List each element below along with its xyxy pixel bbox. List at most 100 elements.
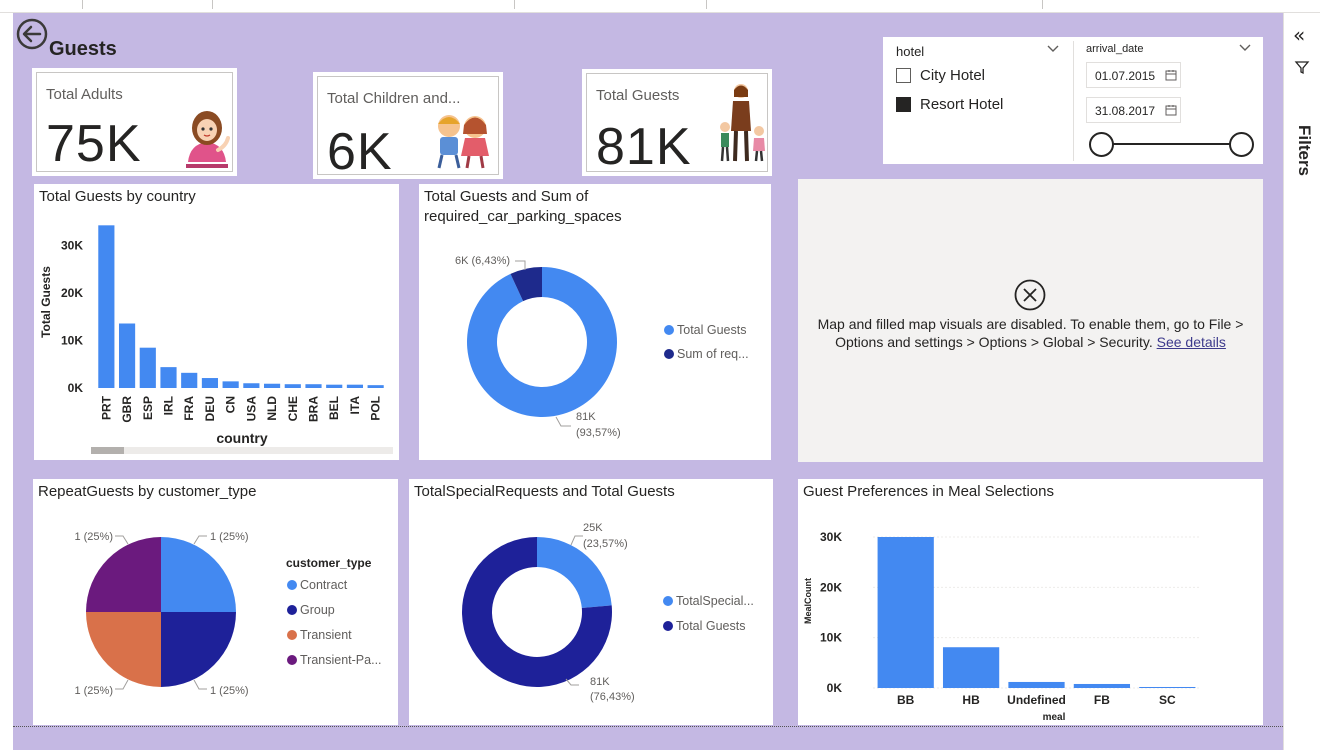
bar-che	[284, 384, 301, 388]
start-date-input[interactable]: 01.07.2015	[1086, 62, 1181, 88]
bar-bel	[326, 384, 343, 388]
calendar-icon[interactable]	[1165, 69, 1177, 81]
data-label: 1 (25%)	[74, 531, 113, 543]
bar-gbr	[118, 323, 136, 388]
bar-chart-meal: 0K 10K 20K 30K BB HB Undefined FB SC meal MealCoun…	[803, 530, 1200, 723]
tab-divider	[212, 0, 213, 9]
end-date-value: 31.08.2017	[1095, 104, 1156, 118]
legend-marker	[664, 325, 674, 335]
page-title: Guests	[49, 38, 117, 60]
donut-chart-parking: 6K (6,43%) 81K (93,57%) Total Guests Sum of …	[455, 255, 749, 439]
y-tick-label: 20K	[820, 580, 842, 594]
data-label: (93,57%)	[576, 427, 621, 439]
bar-deu	[201, 378, 219, 388]
chevron-down-icon[interactable]	[1047, 45, 1059, 53]
end-date-input[interactable]: 31.08.2017	[1086, 97, 1181, 123]
kpi-value: 6K	[327, 123, 393, 181]
kpi-card-total-adults[interactable]: Total Adults 75K	[32, 68, 237, 176]
x-axis-label: meal	[1043, 712, 1066, 723]
bar-fb	[1073, 683, 1131, 688]
back-arrow-icon[interactable]	[16, 18, 48, 50]
bar-ita	[346, 384, 364, 388]
legend-marker	[664, 349, 674, 359]
x-tick-label: ITA	[348, 396, 362, 415]
kpi-label: Total Guests	[596, 87, 680, 104]
y-tick-label: 10K	[820, 631, 842, 645]
data-label: 1 (25%)	[74, 685, 113, 697]
chart-repeat-guests-pie[interactable]: RepeatGuests by customer_type 1 (25%) 1 (…	[33, 479, 398, 725]
y-axis-label: MealCount	[803, 578, 813, 624]
tab-divider	[82, 0, 83, 9]
slice-transient-pa-	[86, 537, 161, 612]
legend-label: Transient	[300, 628, 352, 642]
legend-label: Total Guests	[677, 323, 746, 337]
label-leader	[570, 535, 583, 546]
x-tick-label: USA	[244, 396, 258, 422]
woman-waving-illustration-icon	[186, 111, 230, 168]
legend-label: Sum of req...	[677, 347, 749, 361]
filters-pane[interactable]: « Filters	[1283, 13, 1320, 750]
data-label: (23,57%)	[583, 538, 628, 550]
bar-undefined	[1008, 681, 1065, 688]
slice-transient	[86, 612, 161, 687]
kpi-value: 75K	[46, 115, 142, 173]
children-illustration-icon	[437, 115, 489, 169]
bar-chart-country: 0K 10K 20K 30K PRT GBR ESP IRL FRA DEU CN USA NLD CHE…	[39, 225, 393, 454]
bar-esp	[139, 347, 156, 388]
legend-label: Group	[300, 603, 335, 617]
label-leader	[115, 535, 129, 545]
legend-marker	[287, 655, 297, 665]
x-tick-label: HB	[962, 693, 980, 707]
chart-parking-donut[interactable]: Total Guests and Sum of required_car_par…	[419, 184, 771, 460]
x-tick-label: BB	[897, 693, 915, 707]
label-leader	[193, 535, 207, 545]
chart-meal-preferences[interactable]: Guest Preferences in Meal Selections 0K 1…	[798, 479, 1263, 725]
hotel-option-city[interactable]: City Hotel	[896, 67, 985, 84]
family-illustration-icon	[720, 84, 765, 162]
kpi-card-total-guests[interactable]: Total Guests 81K	[582, 69, 772, 176]
kpi-card-total-children[interactable]: Total Children and... 6K	[313, 72, 503, 181]
filters-label: Filters	[1295, 125, 1314, 177]
data-label: (76,43%)	[590, 691, 635, 703]
date-range-end-handle[interactable]	[1229, 132, 1254, 157]
hotel-option-resort[interactable]: Resort Hotel	[896, 96, 1003, 113]
tab-divider	[1042, 0, 1043, 9]
hotel-option-label: City Hotel	[920, 67, 986, 84]
legend-label: Contract	[300, 578, 348, 592]
bar-bb	[877, 537, 934, 688]
x-tick-label: ESP	[141, 396, 155, 420]
y-tick-label: 30K	[820, 530, 842, 544]
see-details-link[interactable]: See details	[1157, 334, 1226, 350]
chart-guests-by-country[interactable]: Total Guests by country 0K 10K 20K 30K PRT GB…	[34, 184, 399, 460]
y-tick-label: 10K	[61, 334, 83, 348]
calendar-icon[interactable]	[1165, 104, 1177, 116]
bar-usa	[243, 383, 260, 388]
legend-marker	[663, 596, 673, 606]
bar-bra	[305, 384, 322, 388]
double-chevron-left-icon[interactable]: «	[1293, 23, 1305, 47]
legend-label: Transient-Pa...	[300, 653, 382, 667]
slice-contract	[161, 537, 236, 612]
bar-hb	[942, 647, 1000, 688]
checkbox-unchecked[interactable]	[896, 68, 911, 83]
y-tick-label: 0K	[827, 681, 843, 695]
tab-divider	[514, 0, 515, 9]
chart-special-requests-donut[interactable]: TotalSpecialRequests and Total Guests 25…	[409, 479, 773, 725]
x-tick-label: BRA	[307, 396, 321, 422]
legend-marker	[287, 630, 297, 640]
date-range-track	[1101, 143, 1241, 145]
close-circle-icon	[1014, 279, 1046, 311]
kpi-label: Total Children and...	[327, 90, 461, 107]
filter-icon	[1294, 61, 1310, 75]
legend-label: TotalSpecial...	[676, 594, 754, 608]
chevron-down-icon[interactable]	[1239, 44, 1251, 52]
x-tick-label: POL	[369, 396, 383, 421]
page-boundary	[13, 726, 1283, 727]
x-tick-label: SC	[1159, 693, 1176, 707]
hotel-option-label: Resort Hotel	[920, 96, 1004, 113]
x-tick-label: IRL	[162, 396, 176, 415]
date-range-start-handle[interactable]	[1089, 132, 1114, 157]
data-label: 81K	[576, 411, 596, 423]
label-leader	[115, 679, 129, 690]
checkbox-checked[interactable]	[896, 97, 911, 112]
